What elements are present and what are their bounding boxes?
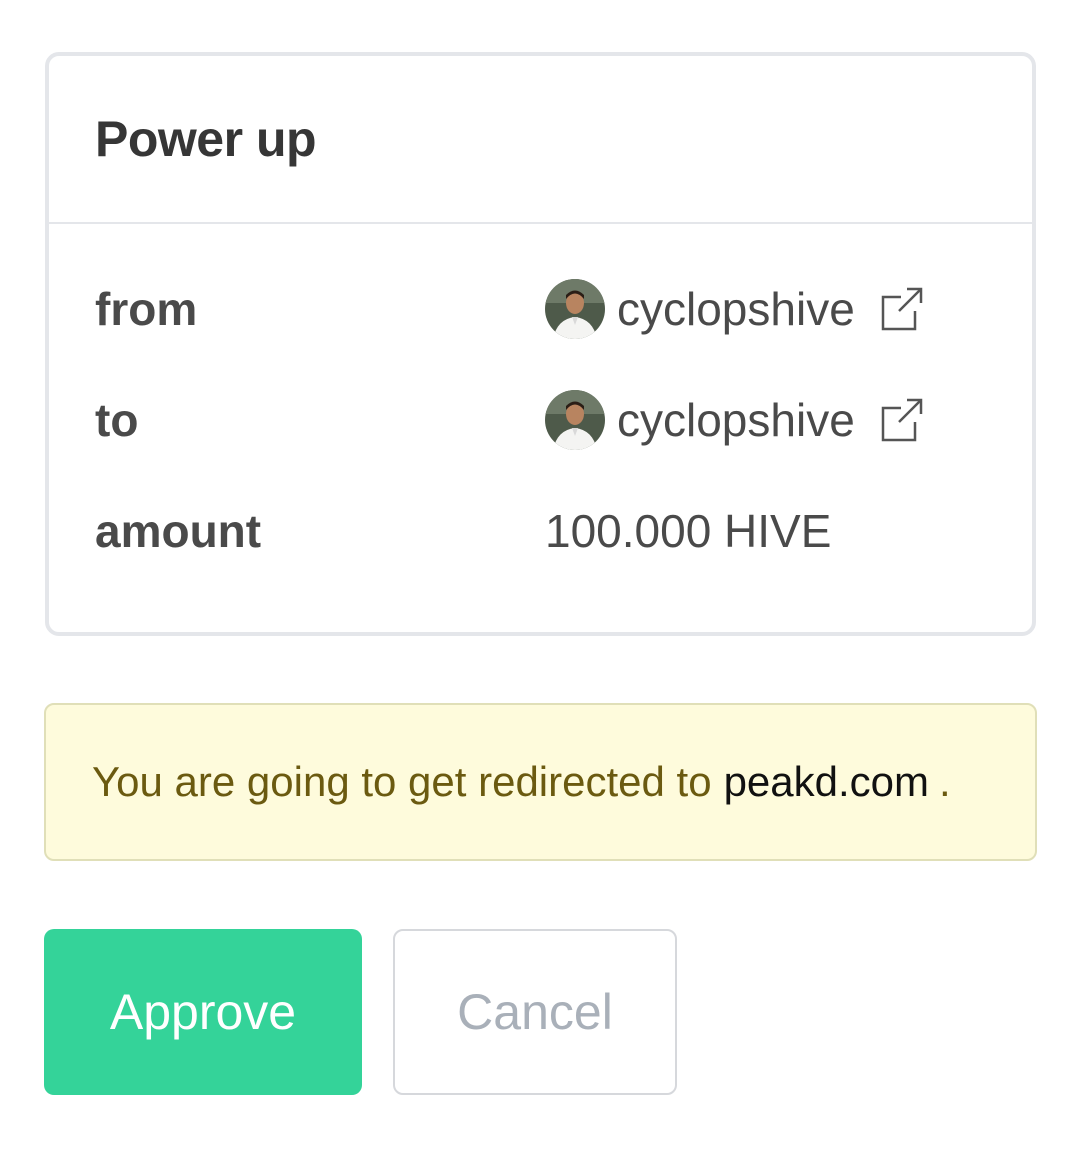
- from-username[interactable]: cyclopshive: [617, 282, 855, 336]
- cancel-button[interactable]: Cancel: [393, 929, 677, 1095]
- external-link-icon[interactable]: [877, 285, 925, 333]
- notice-suffix: .: [939, 758, 951, 805]
- external-link-icon[interactable]: [877, 396, 925, 444]
- notice-text: You are going to get redirected to: [92, 758, 712, 805]
- operation-card: Power up from cyclopshive to cyclopshive…: [45, 52, 1036, 636]
- avatar: [545, 279, 605, 339]
- from-row: from cyclopshive: [95, 274, 995, 344]
- from-label: from: [95, 283, 198, 335]
- from-account[interactable]: cyclopshive: [545, 279, 925, 339]
- amount-value: 100.000 HIVE: [545, 505, 832, 557]
- operation-title: Power up: [95, 111, 317, 167]
- amount-row: amount 100.000 HIVE: [95, 496, 995, 566]
- avatar: [545, 390, 605, 450]
- approve-button[interactable]: Approve: [44, 929, 362, 1095]
- to-account[interactable]: cyclopshive: [545, 390, 925, 450]
- redirect-notice: You are going to get redirected to peakd…: [44, 703, 1037, 861]
- to-row: to cyclopshive: [95, 385, 995, 455]
- power-up-dialog: Power up from cyclopshive to cyclopshive…: [0, 0, 1080, 1158]
- card-header: Power up: [49, 56, 1032, 224]
- redirect-domain: peakd.com: [723, 758, 930, 805]
- to-username[interactable]: cyclopshive: [617, 393, 855, 447]
- amount-label: amount: [95, 505, 262, 557]
- to-label: to: [95, 394, 139, 446]
